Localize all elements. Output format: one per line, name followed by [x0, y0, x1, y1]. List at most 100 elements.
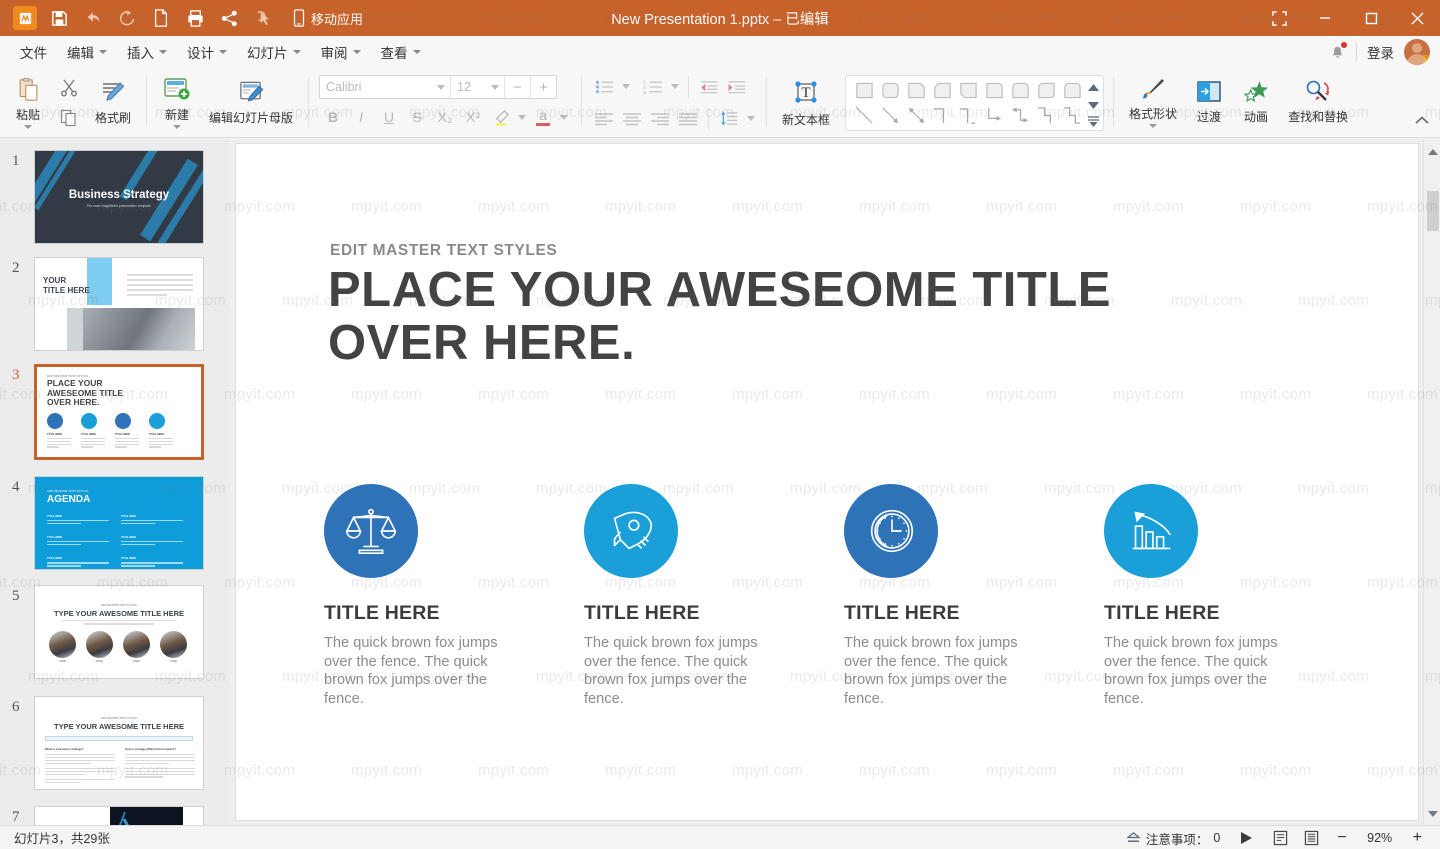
undo-icon[interactable] [76, 3, 110, 33]
bullet-list-dropdown[interactable] [618, 74, 633, 100]
shape-rounded-rectangle[interactable] [877, 78, 903, 103]
bold-button[interactable]: B [319, 104, 347, 130]
mobile-app-button[interactable]: 移动应用 [292, 9, 363, 28]
feature-card-title[interactable]: TITLE HERE [1104, 602, 1364, 625]
align-right-button[interactable] [646, 106, 674, 132]
menu-item-view[interactable]: 查看 [371, 39, 431, 65]
format-shape-button[interactable]: 格式形状 [1123, 71, 1183, 135]
highlight-dropdown[interactable] [515, 104, 529, 130]
shape-round-single-corner[interactable] [981, 78, 1007, 103]
feature-card-2[interactable]: TITLE HERE The quick brown fox jumps ove… [584, 484, 844, 708]
zoom-in-button[interactable]: + [1403, 826, 1432, 849]
shapes-scroll-down-button[interactable] [1087, 96, 1099, 114]
close-button[interactable] [1394, 0, 1440, 36]
shape-elbow-connector[interactable] [929, 103, 955, 128]
shape-round-diagonal[interactable] [1033, 78, 1059, 103]
align-center-button[interactable] [618, 106, 646, 132]
slide-surface[interactable]: EDIT MASTER TEXT STYLES PLACE YOUR AWESE… [235, 143, 1419, 821]
paste-button[interactable]: 粘贴 [7, 71, 49, 135]
format-painter-button[interactable]: 格式刷 [89, 71, 137, 135]
copy-button[interactable] [49, 103, 89, 134]
increase-font-size-button[interactable]: + [530, 76, 556, 98]
feature-card-3[interactable]: TITLE HERE The quick brown fox jumps ove… [844, 484, 1104, 708]
feature-card-1[interactable]: TITLE HERE The quick brown fox jumps ove… [324, 484, 584, 708]
zoom-level[interactable]: 92% [1357, 831, 1403, 845]
scroll-up-button[interactable] [1428, 142, 1438, 160]
menu-item-file[interactable]: 文件 [10, 39, 57, 65]
menu-item-slideshow[interactable]: 幻灯片 [237, 39, 311, 65]
menu-item-edit[interactable]: 编辑 [57, 39, 117, 65]
edit-slide-master-button[interactable]: 编辑幻灯片母版 [203, 71, 299, 135]
login-button[interactable]: 登录 [1367, 42, 1394, 62]
notification-bell-icon[interactable] [1329, 42, 1347, 60]
slide-eyebrow-text[interactable]: EDIT MASTER TEXT STYLES [330, 242, 557, 260]
shape-step-connector-2[interactable] [1059, 103, 1085, 128]
shape-elbow-connector-2[interactable] [955, 103, 981, 128]
reading-view-button[interactable] [1296, 826, 1327, 849]
shape-line[interactable] [851, 103, 877, 128]
underline-button[interactable]: U [375, 104, 403, 130]
align-left-button[interactable] [590, 106, 618, 132]
numbered-list-button[interactable]: 123 [639, 74, 667, 100]
font-size-dropdown[interactable] [486, 84, 504, 90]
feature-card-body[interactable]: The quick brown fox jumps over the fence… [324, 634, 520, 708]
zoom-out-button[interactable]: − [1327, 826, 1356, 849]
shape-double-arrow[interactable] [903, 103, 929, 128]
find-replace-button[interactable]: 查找和替换 [1282, 71, 1354, 135]
share-icon[interactable] [212, 3, 246, 33]
font-color-button[interactable]: a [529, 104, 557, 130]
slide-title-text[interactable]: PLACE YOUR AWESEOME TITLE OVER HERE. [328, 264, 1188, 370]
numbered-list-dropdown[interactable] [667, 74, 682, 100]
shape-rectangle[interactable] [851, 78, 877, 103]
app-logo-icon[interactable] [8, 3, 42, 33]
play-slideshow-button[interactable] [1228, 826, 1265, 849]
shape-round-two-corner[interactable] [1059, 78, 1085, 103]
shape-step-connector[interactable] [1033, 103, 1059, 128]
menu-item-review[interactable]: 审阅 [311, 39, 371, 65]
cursor-refresh-icon[interactable] [246, 3, 280, 33]
canvas-scrollbar[interactable] [1423, 139, 1440, 825]
font-size-input[interactable]: 12 [450, 76, 486, 98]
collapse-ribbon-button[interactable] [1414, 113, 1430, 131]
shapes-scroll-up-button[interactable] [1087, 78, 1099, 96]
highlight-color-button[interactable] [487, 104, 515, 130]
new-file-icon[interactable] [144, 3, 178, 33]
scroll-down-button[interactable] [1428, 804, 1438, 822]
feature-card-title[interactable]: TITLE HERE [584, 602, 844, 625]
print-icon[interactable] [178, 3, 212, 33]
shape-arrow[interactable] [877, 103, 903, 128]
shape-snip-rectangle[interactable] [903, 78, 929, 103]
minimize-button[interactable] [1302, 0, 1348, 36]
feature-card-body[interactable]: The quick brown fox jumps over the fence… [844, 634, 1040, 708]
avatar[interactable]: ♛ [1404, 38, 1430, 65]
notes-toggle-button[interactable]: 注意事项： 0 [1118, 826, 1228, 849]
decrease-indent-button[interactable] [695, 74, 723, 100]
slide-editor-canvas[interactable]: EDIT MASTER TEXT STYLES PLACE YOUR AWESE… [231, 139, 1423, 825]
shape-elbow-double-arrow[interactable] [1007, 103, 1033, 128]
maximize-button[interactable] [1348, 0, 1394, 36]
new-slide-button[interactable]: 新建 [156, 71, 198, 135]
redo-icon[interactable] [110, 3, 144, 33]
shape-snip-bottom[interactable] [955, 78, 981, 103]
new-textbox-button[interactable]: T 新文本框 [776, 71, 836, 135]
decrease-font-size-button[interactable]: − [504, 76, 530, 98]
superscript-button[interactable]: X² [459, 104, 487, 130]
shape-snip-corner[interactable] [929, 78, 955, 103]
transition-button[interactable]: 过渡 [1188, 71, 1230, 135]
subscript-button[interactable]: X₂ [431, 104, 459, 130]
feature-card-title[interactable]: TITLE HERE [324, 602, 584, 625]
font-color-dropdown[interactable] [557, 104, 571, 130]
feature-card-title[interactable]: TITLE HERE [844, 602, 1104, 625]
justify-button[interactable] [674, 106, 702, 132]
slide-thumbnail-panel[interactable]: 1 Business Strategy The most magnificent… [0, 139, 230, 825]
italic-button[interactable]: I [347, 104, 375, 130]
feature-card-4[interactable]: TITLE HERE The quick brown fox jumps ove… [1104, 484, 1364, 708]
font-family-dropdown[interactable] [432, 84, 450, 90]
shape-elbow-arrow[interactable] [981, 103, 1007, 128]
save-icon[interactable] [42, 3, 76, 33]
fullscreen-button[interactable] [1256, 0, 1302, 36]
line-spacing-dropdown[interactable] [743, 106, 758, 132]
animation-button[interactable]: 动画 [1235, 71, 1277, 135]
cut-button[interactable] [49, 72, 89, 103]
menu-item-insert[interactable]: 插入 [117, 39, 177, 65]
